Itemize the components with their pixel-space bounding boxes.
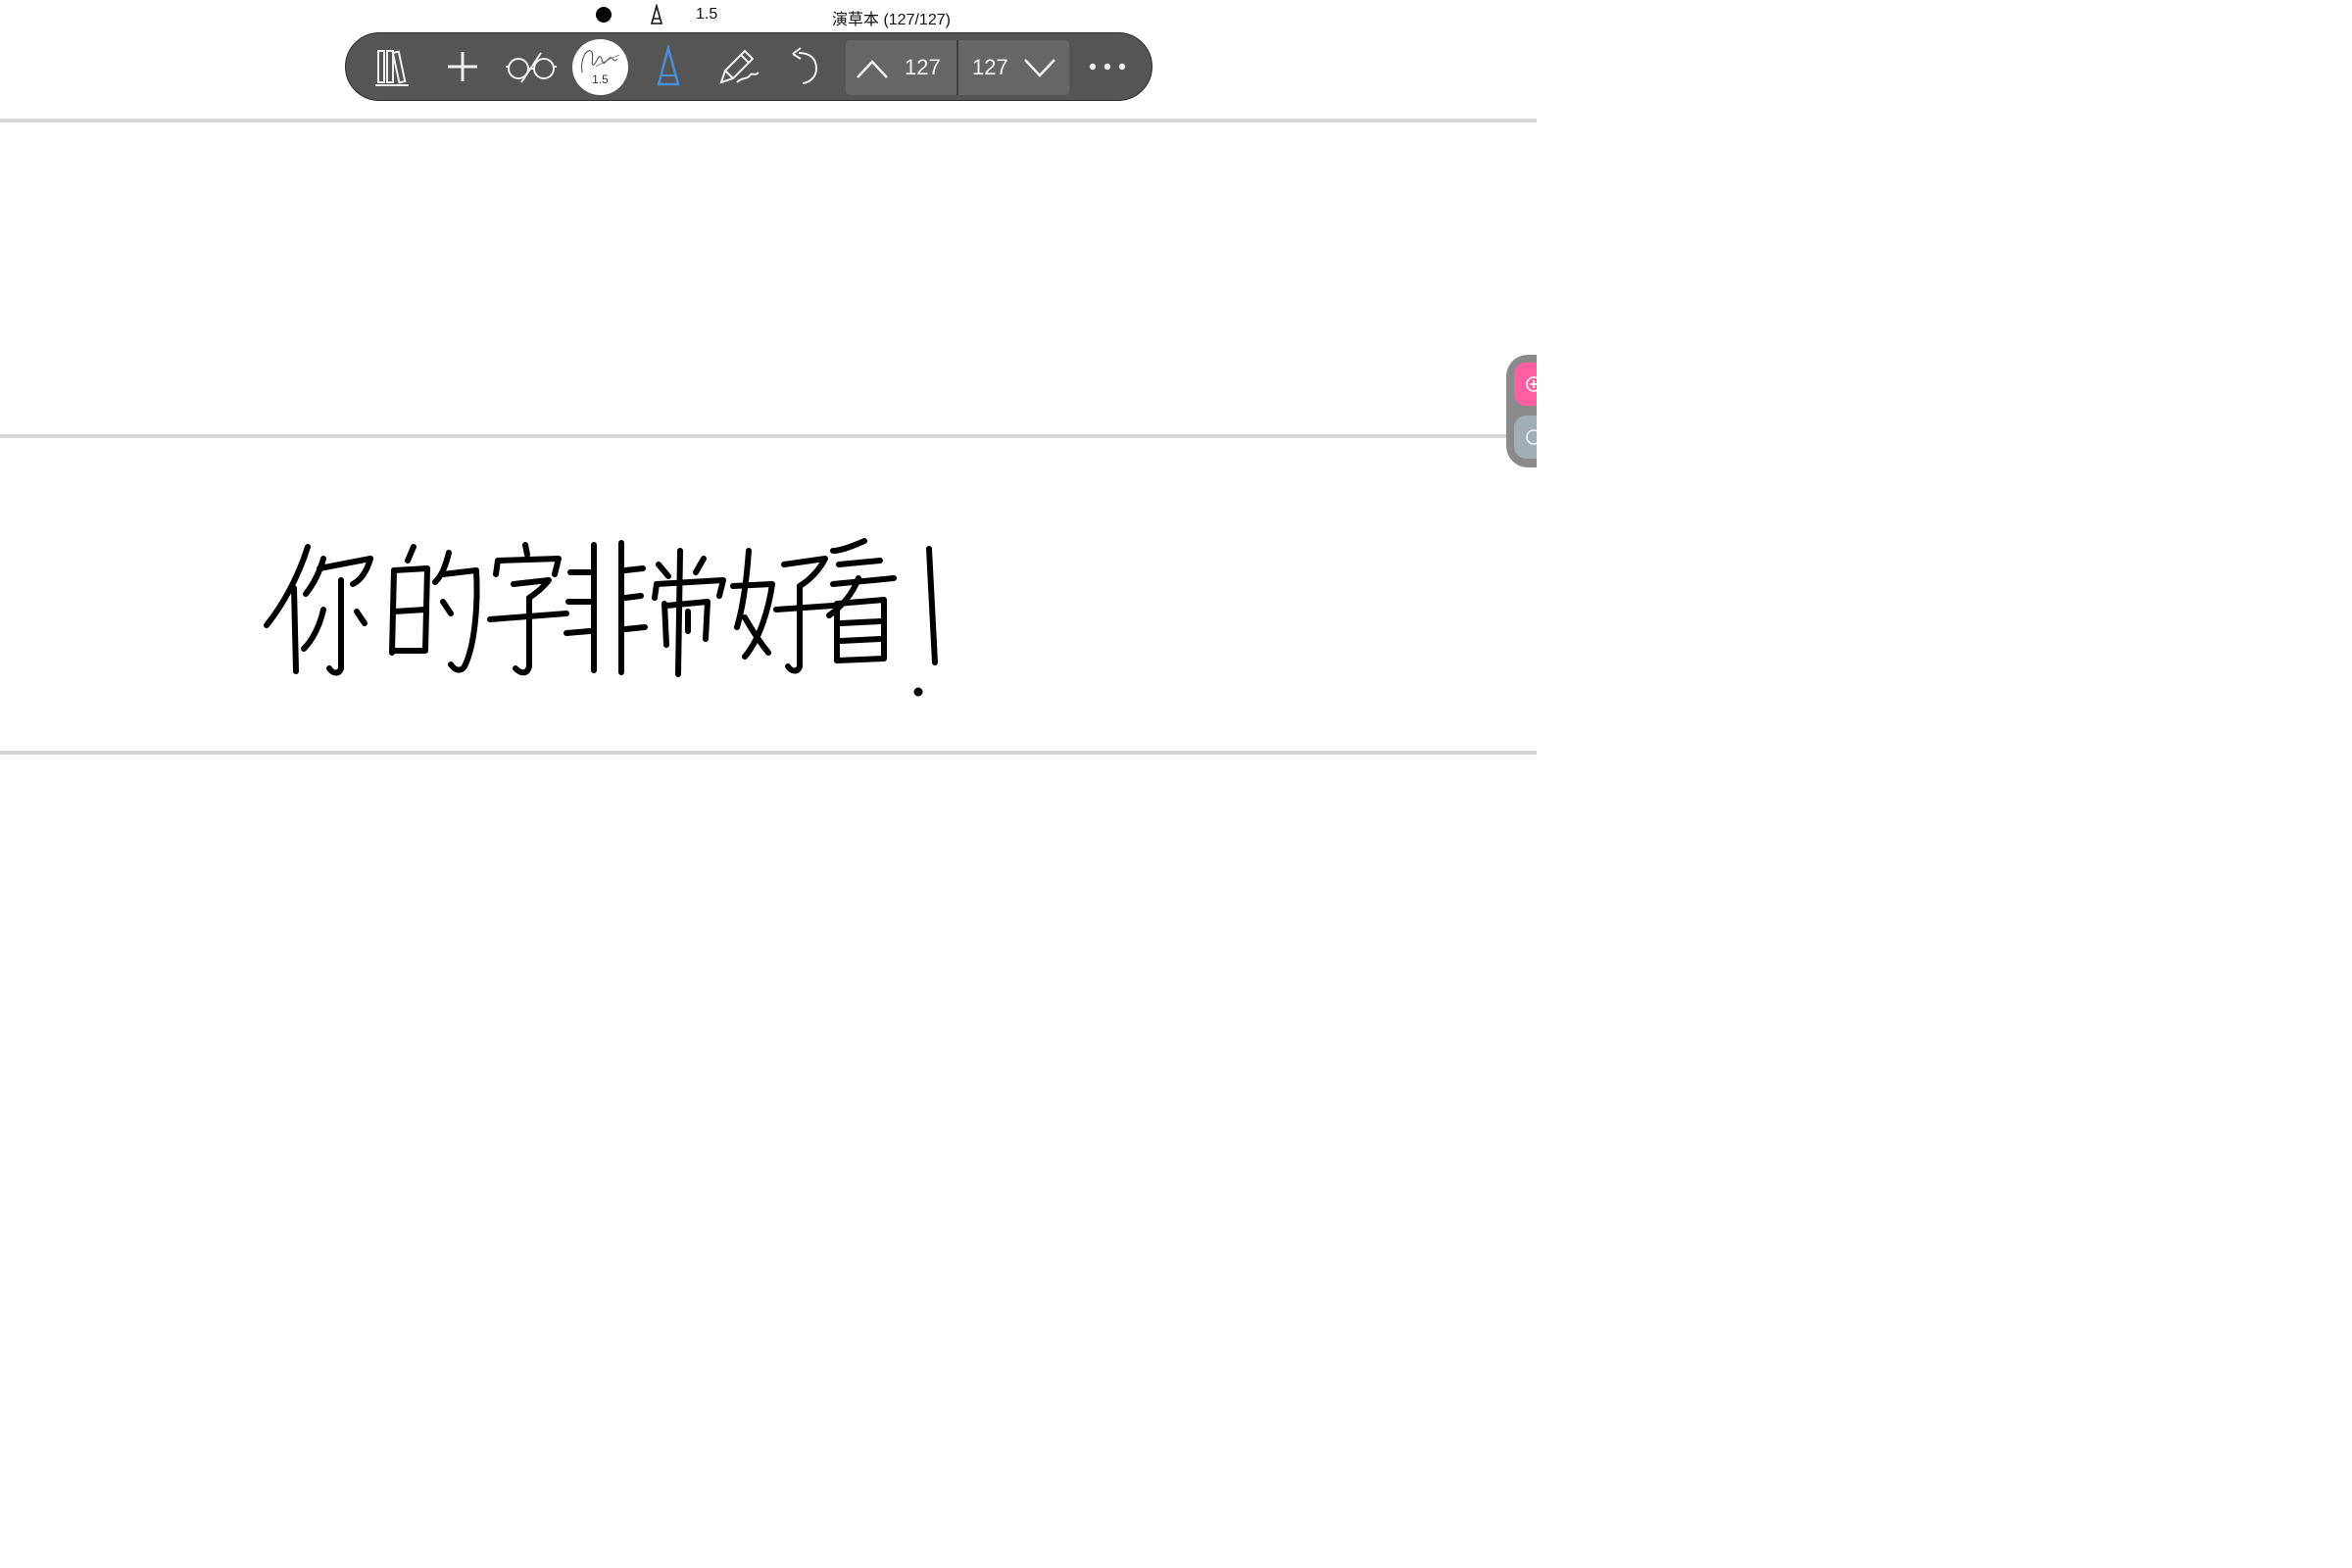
page-divider-middle: [0, 434, 1537, 438]
side-search-button[interactable]: [1514, 416, 1537, 459]
page-divider-bottom: [0, 751, 1537, 755]
glasses-icon: [506, 52, 557, 83]
plus-circle-icon: [1526, 376, 1537, 392]
page-navigator: 127 127: [846, 40, 1069, 95]
brush-preview-button[interactable]: 1.5: [572, 39, 628, 95]
library-button[interactable]: [368, 33, 418, 100]
add-page-button[interactable]: [438, 33, 487, 100]
previous-page-button[interactable]: 127: [846, 40, 956, 95]
total-page-number: 127: [972, 55, 1008, 79]
read-mode-button[interactable]: [503, 33, 560, 100]
next-page-button[interactable]: 127: [958, 40, 1069, 95]
plus-icon: [448, 52, 477, 81]
chevron-down-icon: [1024, 59, 1055, 77]
status-bar: 1.5 演草本 (127/127): [0, 0, 1537, 29]
stroke-dot-icon: [596, 7, 612, 23]
pen-tip-icon: [650, 4, 663, 24]
notebook-app: 1.5 演草本 (127/127) 1.5 127 127: [0, 0, 1537, 1024]
brush-size-label: 1.5: [592, 73, 609, 86]
undo-icon: [792, 47, 818, 84]
undo-button[interactable]: [783, 33, 826, 100]
status-stroke-width: 1.5: [696, 6, 718, 23]
side-add-button[interactable]: [1514, 363, 1537, 406]
toolbar: 1.5 127 127: [345, 32, 1152, 101]
chevron-up-icon: [857, 60, 888, 78]
current-page-number: 127: [905, 55, 941, 79]
circle-icon: [1526, 429, 1537, 445]
signature-stroke-icon: [581, 50, 620, 74]
more-options-button[interactable]: [1083, 33, 1132, 100]
pencil-tool-button[interactable]: [712, 33, 765, 100]
pen-tool-button[interactable]: [646, 33, 691, 100]
page-divider-top: [0, 119, 1537, 122]
pencil-icon: [719, 49, 760, 84]
pen-tip-icon: [657, 45, 680, 86]
more-dots-icon: [1089, 63, 1126, 71]
document-title: 演草本 (127/127): [832, 12, 951, 28]
handwriting-canvas[interactable]: [255, 529, 960, 706]
library-books-icon: [375, 50, 409, 86]
side-floating-panel: [1506, 355, 1537, 467]
